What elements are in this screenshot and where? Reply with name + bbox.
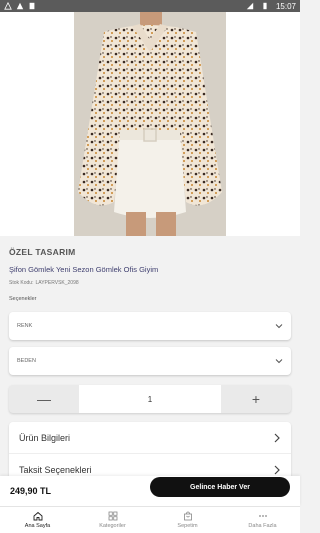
sku-label: Stok Kodu: xyxy=(9,280,34,286)
product-photo[interactable] xyxy=(74,12,226,236)
warning-icon xyxy=(4,2,12,10)
home-icon xyxy=(33,511,42,521)
size-select-label: BEDEN xyxy=(17,358,36,364)
color-select-label: RENK xyxy=(17,323,33,329)
status-time: 15:07 xyxy=(275,1,296,11)
quantity-stepper: — 1 + xyxy=(9,385,291,413)
tab-label: Ana Sayfa xyxy=(24,523,51,529)
battery-icon xyxy=(263,2,267,10)
product-title: Şifon Gömlek Yeni Sezon Gömlek Ofis Giyi… xyxy=(9,265,159,274)
product-brand: ÖZEL TASARIM xyxy=(9,247,76,257)
sd-card-icon xyxy=(29,2,35,10)
size-select[interactable]: BEDEN xyxy=(9,347,291,375)
product-price: 249,90 TL xyxy=(10,486,52,496)
more-icon xyxy=(258,515,267,517)
tab-home[interactable]: Ana Sayfa xyxy=(0,507,75,533)
decrease-quantity-button[interactable]: — xyxy=(9,385,79,413)
chevron-right-icon xyxy=(274,433,280,442)
tab-label: Daha Fazla xyxy=(248,523,277,529)
accordion-label: Taksit Seçenekleri xyxy=(19,464,92,475)
tab-more[interactable]: Daha Fazla xyxy=(225,507,300,533)
chevron-down-icon xyxy=(275,324,283,329)
tab-label: Kategoriler xyxy=(99,523,126,529)
tab-label: Sepetim xyxy=(177,523,198,529)
sku-value: LAYPERVSK_2098 xyxy=(35,280,79,286)
product-details: ÖZEL TASARIM Şifon Gömlek Yeni Sezon Göm… xyxy=(0,236,300,486)
quantity-value[interactable]: 1 xyxy=(79,385,221,413)
options-label: Seçenekler xyxy=(9,296,37,302)
grid-icon xyxy=(108,511,117,521)
accordion-label: Ürün Bilgileri xyxy=(19,432,71,443)
tab-cart[interactable]: Sepetim xyxy=(150,507,225,533)
notification-icon xyxy=(16,2,24,10)
notify-when-available-button[interactable]: Gelince Haber Ver xyxy=(150,477,290,497)
purchase-bar: 249,90 TL Gelince Haber Ver xyxy=(0,476,300,506)
product-image-area xyxy=(0,12,300,236)
increase-quantity-button[interactable]: + xyxy=(221,385,291,413)
accordion-item-product-info[interactable]: Ürün Bilgileri xyxy=(9,422,291,454)
share-icon[interactable] xyxy=(250,16,264,30)
cart-icon xyxy=(183,511,192,521)
signal-icon xyxy=(246,2,254,10)
chevron-down-icon xyxy=(275,359,283,364)
status-bar: 15:07 xyxy=(0,0,300,12)
tab-categories[interactable]: Kategoriler xyxy=(75,507,150,533)
bottom-tab-bar: Ana Sayfa Kategoriler Sepetim Daha Fazla xyxy=(0,506,300,533)
back-chevron-icon[interactable] xyxy=(6,16,22,32)
sku-line: Stok Kodu: LAYPERVSK_2098 xyxy=(9,280,81,286)
color-select[interactable]: RENK xyxy=(9,312,291,340)
chevron-right-icon xyxy=(274,465,280,474)
